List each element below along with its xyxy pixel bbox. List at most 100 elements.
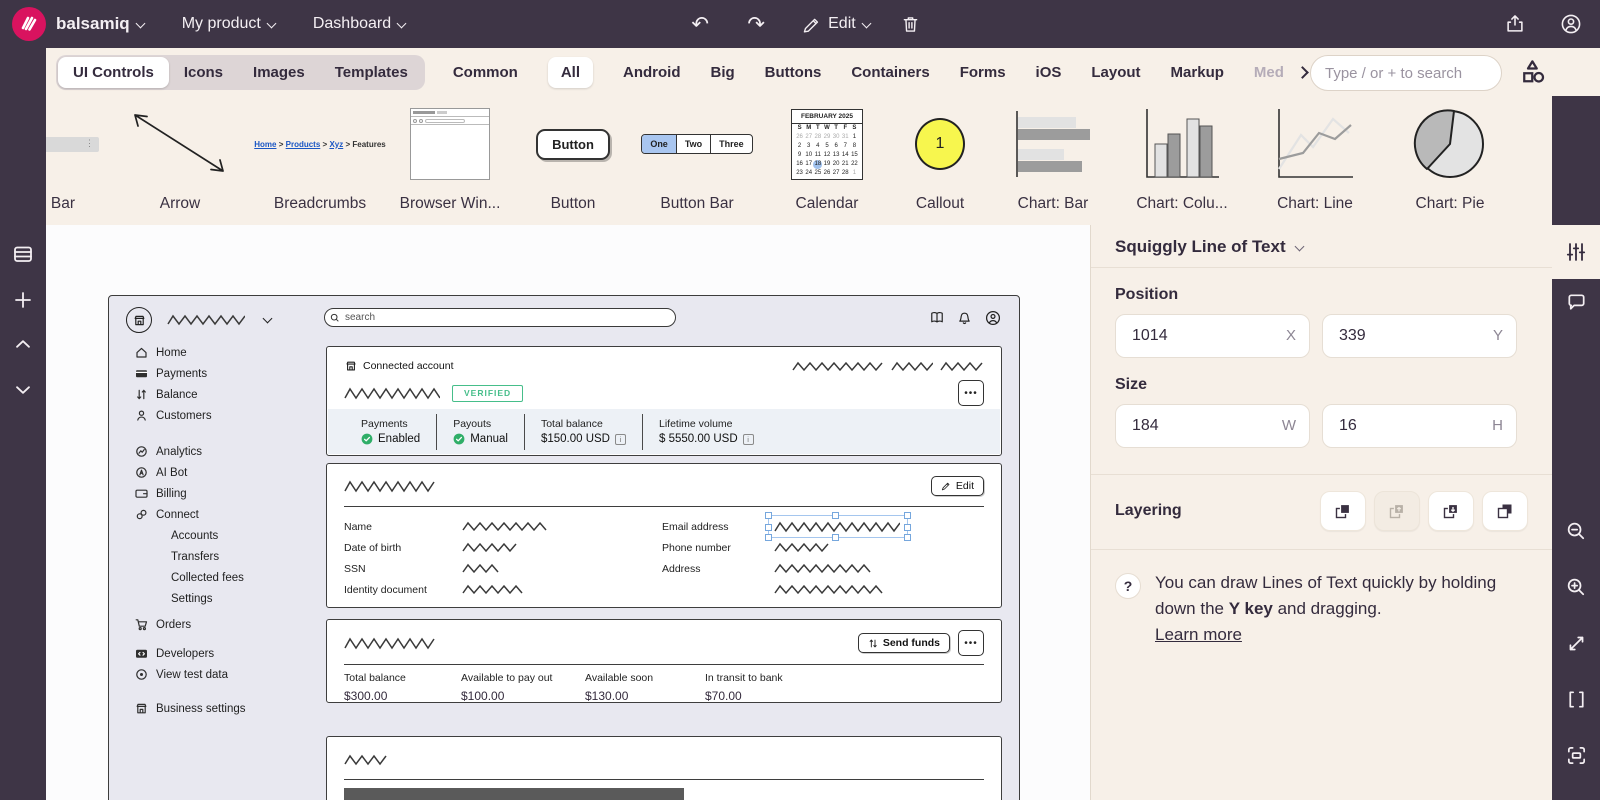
size-h-field[interactable]: H — [1322, 404, 1517, 448]
mockup-nav-developers: Developers — [109, 643, 331, 664]
trash-button[interactable] — [896, 9, 926, 39]
category-all[interactable]: All — [548, 57, 593, 88]
size-w-input[interactable] — [1115, 404, 1310, 448]
carousel-item-button-bar[interactable]: OneTwoThree Button Bar — [632, 96, 762, 225]
carousel-item-browser-window[interactable]: Browser Win... — [386, 96, 514, 225]
category-containers[interactable]: Containers — [851, 64, 929, 81]
storefront-icon — [135, 702, 148, 715]
mockup-account-chevron-icon — [263, 314, 273, 324]
carousel-item-chart-pie[interactable]: Chart: Pie — [1384, 96, 1516, 225]
selection-handle[interactable] — [904, 512, 911, 519]
zoom-fit-button[interactable] — [1552, 623, 1600, 663]
selection-handle[interactable] — [904, 534, 911, 541]
category-media-clipped[interactable]: Med — [1254, 64, 1284, 81]
balsamiq-logo-icon[interactable] — [12, 7, 46, 41]
library-search-input[interactable] — [1310, 55, 1502, 91]
category-big[interactable]: Big — [711, 64, 735, 81]
mockup-nav-business-settings: Business settings — [109, 698, 331, 719]
bring-to-front-button[interactable] — [1320, 491, 1366, 531]
mockup-nav-home: Home — [109, 342, 331, 363]
size-h-input[interactable] — [1322, 404, 1517, 448]
card-more-button: ••• — [958, 380, 984, 406]
brand-chevron-icon[interactable] — [135, 18, 145, 28]
stat-payments: Payments Enabled — [345, 414, 436, 450]
position-y-input[interactable] — [1322, 314, 1517, 358]
learn-more-link[interactable]: Learn more — [1155, 625, 1242, 644]
account-button[interactable] — [1556, 9, 1586, 39]
selection-handle[interactable] — [765, 512, 772, 519]
carousel-item-app-bar[interactable]: ⋮ App Bar — [46, 96, 106, 225]
carousel-item-button[interactable]: Button Button — [514, 96, 632, 225]
category-common[interactable]: Common — [453, 64, 518, 81]
zoom-out-icon — [1565, 520, 1588, 543]
position-label: Position — [1115, 286, 1552, 304]
previous-page-button[interactable] — [0, 324, 46, 364]
selection-handle[interactable] — [832, 534, 839, 541]
bring-forward-button — [1374, 491, 1420, 531]
inspector-header[interactable]: Squiggly Line of Text — [1091, 225, 1552, 268]
category-layout[interactable]: Layout — [1091, 64, 1140, 81]
brackets-button[interactable] — [1552, 679, 1600, 719]
cart-icon — [135, 618, 148, 631]
squiggle-text — [462, 584, 526, 595]
position-x-field[interactable]: X — [1115, 314, 1310, 358]
selection-handle[interactable] — [765, 524, 772, 531]
carousel-item-callout[interactable]: 1 Callout — [892, 96, 988, 225]
arrows-up-down-icon — [868, 638, 878, 649]
carousel-item-chart-line[interactable]: Chart: Line — [1246, 96, 1384, 225]
edit-mode-menu[interactable]: Edit — [801, 15, 870, 34]
send-to-back-button[interactable] — [1482, 491, 1528, 531]
info-icon: i — [615, 434, 626, 445]
zoom-out-button[interactable] — [1552, 511, 1600, 551]
brackets-icon — [1565, 688, 1588, 711]
carousel-item-chart-column[interactable]: Chart: Colu... — [1118, 96, 1246, 225]
category-android[interactable]: Android — [623, 64, 681, 81]
tab-ui-controls[interactable]: UI Controls — [58, 57, 169, 88]
redo-button[interactable]: ↷ — [741, 9, 771, 39]
layering-label: Layering — [1115, 502, 1312, 520]
chevron-down-icon — [12, 379, 34, 401]
tab-templates[interactable]: Templates — [320, 57, 423, 88]
page-menu[interactable]: Dashboard — [313, 15, 405, 33]
zoom-in-button[interactable] — [1552, 567, 1600, 607]
check-circle-icon — [361, 433, 373, 445]
mockup-browser-window[interactable]: Home Payments Balance Customers Analytic… — [108, 295, 1020, 800]
carousel-item-calendar[interactable]: FEBRUARY 2025 SMTWTFS 262728293031123456… — [762, 96, 892, 225]
tab-icons[interactable]: Icons — [169, 57, 238, 88]
squiggle-text — [344, 480, 436, 493]
carousel-item-arrow[interactable]: Arrow — [106, 96, 254, 225]
category-ios[interactable]: iOS — [1036, 64, 1062, 81]
selected-squiggly-line[interactable] — [774, 520, 900, 532]
share-button[interactable] — [1500, 9, 1530, 39]
tab-images[interactable]: Images — [238, 57, 320, 88]
ui-library-toggle-button[interactable] — [1518, 57, 1552, 91]
position-y-field[interactable]: Y — [1322, 314, 1517, 358]
squiggle-text — [774, 584, 886, 595]
breadcrumbs-thumb: Home > Products > Xyz > Features — [254, 101, 385, 187]
selection-handle[interactable] — [765, 534, 772, 541]
inspector-toggle-button[interactable] — [1552, 225, 1600, 279]
project-menu[interactable]: My product — [182, 15, 275, 33]
selection-handle[interactable] — [904, 524, 911, 531]
fit-screen-button[interactable] — [1552, 735, 1600, 775]
page-chevron-icon — [397, 18, 407, 28]
send-backward-button[interactable] — [1428, 491, 1474, 531]
pages-panel-button[interactable] — [0, 234, 46, 274]
comments-button[interactable] — [1552, 282, 1600, 322]
check-circle-icon — [453, 433, 465, 445]
carousel-item-chart-bar[interactable]: Chart: Bar — [988, 96, 1118, 225]
carousel-item-breadcrumbs[interactable]: Home > Products > Xyz > Features Breadcr… — [254, 96, 386, 225]
categories-scroll-right-icon[interactable] — [1296, 66, 1309, 79]
editor-canvas[interactable]: Home Payments Balance Customers Analytic… — [46, 225, 1090, 800]
undo-button[interactable]: ↶ — [685, 9, 715, 39]
storefront-icon — [344, 360, 357, 372]
category-forms[interactable]: Forms — [960, 64, 1006, 81]
position-x-input[interactable] — [1115, 314, 1310, 358]
selection-handle[interactable] — [832, 512, 839, 519]
next-page-button[interactable] — [0, 370, 46, 410]
category-buttons[interactable]: Buttons — [765, 64, 822, 81]
category-markup[interactable]: Markup — [1171, 64, 1224, 81]
add-control-button[interactable] — [0, 280, 46, 320]
selected-control-title: Squiggly Line of Text — [1115, 237, 1286, 257]
size-w-field[interactable]: W — [1115, 404, 1310, 448]
